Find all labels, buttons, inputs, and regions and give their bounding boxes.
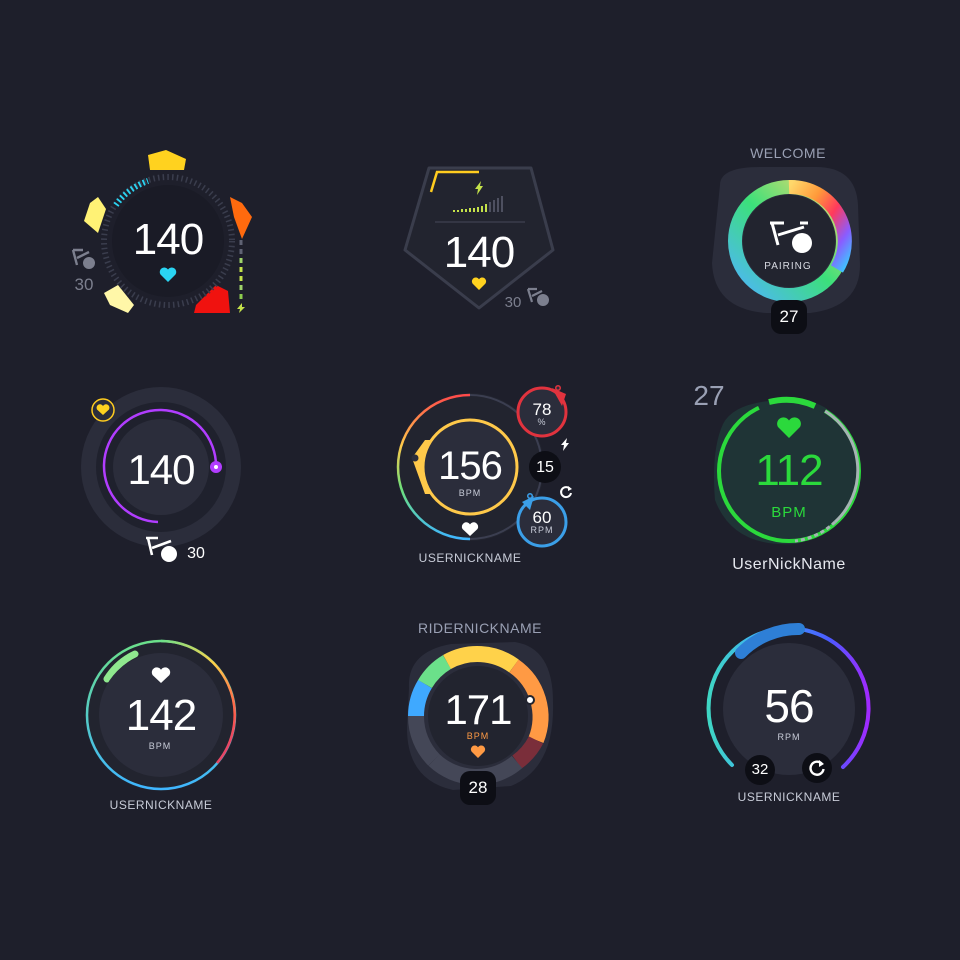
heart-icon [159,267,177,282]
bolt-icon [475,181,483,195]
green-heart-rate-value: 112 [755,446,823,495]
gauge-rpm[interactable]: 56 RPM 32 USERNICKNAME [705,622,875,810]
purple-heart-rate-value: 140 [127,446,195,493]
rpm-unit: RPM [777,732,801,742]
gauge-zone-pentagon[interactable]: 140 30 [70,145,270,325]
user-nickname: USERNICKNAME [737,790,841,804]
bike-icon [146,536,177,562]
refresh-icon[interactable] [808,759,826,777]
power-heart-rate-value: 140 [443,228,515,277]
rider-heart-rate-value: 171 [444,686,512,733]
gradient-heart-rate-unit: BPM [148,741,172,751]
rpm-unit: RPM [530,525,554,535]
heart-icon [471,277,487,290]
gradient-heart-rate-value: 142 [125,691,197,740]
pairing-badge: 27 [771,300,807,334]
heart-icon [777,417,801,438]
cadence-value: 30 [74,275,94,294]
cadence-value: 30 [187,545,205,562]
user-nickname: UserNickName [732,556,846,573]
bike-icon [71,248,95,269]
rpm-value: 56 [764,680,814,732]
bolt-icon [237,303,245,313]
heart-rate-unit: BPM [458,488,482,498]
rider-badge: 28 [460,771,496,805]
user-nickname: USERNICKNAME [418,551,522,565]
cadence-value: 30 [504,294,522,311]
user-nickname: USERNICKNAME [109,798,213,812]
gauge-purple-arc[interactable]: 140 30 [80,385,250,570]
heart-rate-value: 156 [438,444,503,488]
gauge-power-pentagon[interactable]: 140 30 [395,162,565,312]
gauge-gradient-ring[interactable]: 142 BPM USERNICKNAME [80,634,250,819]
pairing-status: PAIRING [764,261,812,272]
rider-heart-rate-unit: BPM [466,731,490,741]
bike-icon [770,221,812,253]
gauge-green-bpm[interactable]: 27 112 BPM UserNickName [685,380,875,580]
bike-icon [526,287,549,306]
rpm-left-badge: 32 [751,761,769,778]
percent-unit: % [537,417,547,427]
green-heart-rate-unit: BPM [771,504,807,521]
bolt-icon [561,438,569,451]
gauge-rider-zones[interactable]: RIDERNICKNAME 171 BPM 28 [395,618,565,808]
center-badge: 15 [536,459,554,476]
heart-icon [470,745,486,758]
heart-icon [96,404,110,415]
zone-heart-rate-value: 140 [132,215,204,264]
refresh-icon [560,486,572,499]
heart-icon [461,522,479,536]
pairing-widget[interactable]: WELCOME PAIRING 27 [700,145,876,335]
heart-icon [151,667,171,683]
multi-metric-widget[interactable]: 156 BPM 78 % 15 60 RPM USERNICKNAME [390,380,580,570]
